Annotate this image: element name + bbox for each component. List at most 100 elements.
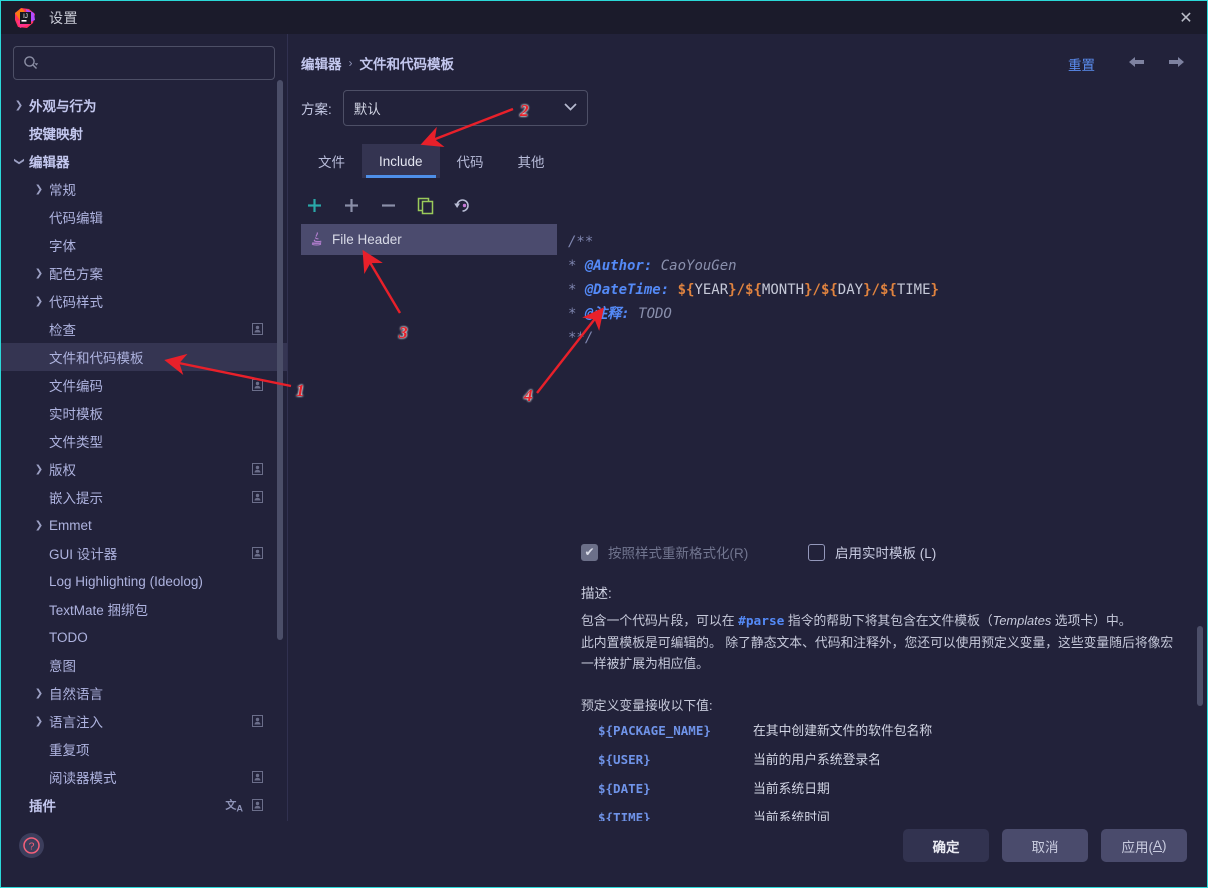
chevron-right-icon[interactable]: ❯ bbox=[29, 520, 49, 531]
variable-description: 当前系统日期 bbox=[753, 781, 830, 796]
sidebar-item-1[interactable]: 按键映射 bbox=[1, 119, 287, 147]
ok-button[interactable]: 确定 bbox=[903, 829, 989, 862]
window-title: 设置 bbox=[49, 9, 78, 26]
sidebar-item-17[interactable]: Log Highlighting (Ideolog) bbox=[1, 567, 287, 595]
sidebar-item-11[interactable]: 实时模板 bbox=[1, 399, 287, 427]
arrow-right-icon[interactable] bbox=[1165, 51, 1187, 73]
code-token: } bbox=[863, 282, 872, 298]
scheme-row: 方案: 默认 bbox=[301, 90, 588, 126]
sidebar-item-label: 字体 bbox=[49, 239, 76, 254]
license-badge-icon bbox=[252, 715, 263, 727]
sidebar-item-14[interactable]: 嵌入提示 bbox=[1, 483, 287, 511]
description-scrollbar[interactable] bbox=[1197, 626, 1203, 706]
scheme-value: 默认 bbox=[353, 102, 381, 117]
sidebar-item-4[interactable]: 代码编辑 bbox=[1, 203, 287, 231]
license-badge-icon bbox=[252, 771, 263, 783]
sidebar-item-23[interactable]: 重复项 bbox=[1, 735, 287, 763]
apply-button[interactable]: 应用(A) bbox=[1101, 829, 1187, 862]
code-token: * bbox=[568, 258, 585, 274]
sidebar-item-12[interactable]: 文件类型 bbox=[1, 427, 287, 455]
code-token: DAY bbox=[837, 282, 864, 298]
sidebar-item-label: 阅读器模式 bbox=[49, 771, 117, 786]
sidebar-item-7[interactable]: ❯ 代码样式 bbox=[1, 287, 287, 315]
enable-live-templates-checkbox[interactable]: 启用实时模板 (L) bbox=[808, 542, 936, 562]
chevron-right-icon[interactable]: ❯ bbox=[29, 688, 49, 699]
chevron-right-icon[interactable]: ❯ bbox=[9, 100, 29, 111]
close-icon[interactable]: ✕ bbox=[1163, 1, 1207, 34]
code-token: / bbox=[871, 282, 880, 298]
sidebar-item-3[interactable]: ❯ 常规 bbox=[1, 175, 287, 203]
search-box[interactable] bbox=[13, 46, 275, 80]
arrow-left-icon[interactable] bbox=[1125, 51, 1147, 73]
checkbox-label: 按照样式重新格式化(R) bbox=[608, 546, 749, 561]
chevron-right-icon[interactable]: ❯ bbox=[29, 464, 49, 475]
tab-文件[interactable]: 文件 bbox=[301, 144, 362, 178]
help-question-icon[interactable]: ? bbox=[19, 833, 44, 858]
chevron-right-icon[interactable]: ❯ bbox=[29, 184, 49, 195]
description-paragraph-2: 此内置模板是可编辑的。 除了静态文本、代码和注释外，您还可以使用预定义变量，这些… bbox=[581, 635, 1174, 671]
chevron-right-icon[interactable]: ❯ bbox=[29, 716, 49, 727]
sidebar-item-22[interactable]: ❯ 语言注入 bbox=[1, 707, 287, 735]
description-title: 描述: bbox=[581, 586, 612, 601]
sidebar-item-16[interactable]: GUI 设计器 bbox=[1, 539, 287, 567]
sidebar-scrollbar[interactable] bbox=[277, 80, 283, 640]
sidebar-item-24[interactable]: 阅读器模式 bbox=[1, 763, 287, 791]
checkbox-label: 启用实时模板 (L) bbox=[835, 546, 937, 561]
code-token: ${ bbox=[745, 282, 762, 298]
sidebar-item-5[interactable]: 字体 bbox=[1, 231, 287, 259]
breadcrumb-item-0[interactable]: 编辑器 bbox=[301, 53, 342, 73]
sidebar-item-21[interactable]: ❯ 自然语言 bbox=[1, 679, 287, 707]
license-badge-icon bbox=[252, 547, 263, 559]
chevron-right-icon[interactable]: ❯ bbox=[29, 296, 49, 307]
plus-teal-icon[interactable] bbox=[301, 192, 327, 218]
code-token: ${ bbox=[677, 282, 695, 298]
sidebar-item-19[interactable]: TODO bbox=[1, 623, 287, 651]
template-list-item[interactable]: File Header bbox=[301, 224, 557, 255]
sidebar-item-6[interactable]: ❯ 配色方案 bbox=[1, 259, 287, 287]
search-input[interactable] bbox=[45, 55, 266, 71]
sidebar-item-label: 意图 bbox=[49, 659, 76, 674]
sidebar-item-13[interactable]: ❯ 版权 bbox=[1, 455, 287, 483]
sidebar-item-label: GUI 设计器 bbox=[49, 547, 118, 562]
variable-description: 在其中创建新文件的软件包名称 bbox=[753, 723, 933, 738]
code-token: ${ bbox=[879, 282, 897, 298]
sidebar-item-label: 嵌入提示 bbox=[49, 491, 103, 506]
sidebar-item-label: 代码样式 bbox=[49, 295, 103, 310]
revert-icon[interactable] bbox=[449, 192, 475, 218]
code-token: TODO bbox=[629, 306, 672, 322]
sidebar-item-9[interactable]: 文件和代码模板 bbox=[1, 343, 287, 371]
sidebar-item-25[interactable]: 插件 文A bbox=[1, 791, 287, 819]
chevron-right-icon[interactable]: ❯ bbox=[29, 268, 49, 279]
search-icon bbox=[22, 54, 40, 72]
chevron-down-icon[interactable]: ❯ bbox=[14, 151, 25, 171]
tab-其他[interactable]: 其他 bbox=[501, 144, 562, 178]
cancel-button[interactable]: 取消 bbox=[1002, 829, 1088, 862]
minus-icon[interactable] bbox=[375, 192, 401, 218]
translation-icon: 文A bbox=[225, 799, 243, 814]
tab-Include[interactable]: Include bbox=[362, 144, 440, 178]
dialog-footer: ? 确定 取消 应用(A) bbox=[1, 821, 1207, 887]
search-wrapper bbox=[1, 34, 287, 80]
plus-gray-icon[interactable] bbox=[338, 192, 364, 218]
sidebar-item-2[interactable]: ❯ 编辑器 bbox=[1, 147, 287, 175]
code-token: } bbox=[930, 282, 939, 298]
template-list: File Header bbox=[301, 224, 557, 574]
sidebar-item-20[interactable]: 意图 bbox=[1, 651, 287, 679]
code-token: * bbox=[568, 282, 585, 298]
template-code-editor[interactable]: /** * @Author: CaoYouGen * @DateTime: ${YE… bbox=[568, 224, 1199, 554]
sidebar-item-18[interactable]: TextMate 捆绑包 bbox=[1, 595, 287, 623]
checkbox-box[interactable] bbox=[808, 543, 825, 561]
license-badge-icon bbox=[252, 463, 263, 475]
sidebar-item-10[interactable]: 文件编码 bbox=[1, 371, 287, 399]
scheme-dropdown[interactable]: 默认 bbox=[342, 90, 588, 126]
tab-代码[interactable]: 代码 bbox=[440, 144, 501, 178]
sidebar-item-label: 编辑器 bbox=[29, 155, 70, 170]
sidebar-item-15[interactable]: ❯ Emmet bbox=[1, 511, 287, 539]
sidebar-item-8[interactable]: 检查 bbox=[1, 315, 287, 343]
copy-icon[interactable] bbox=[412, 192, 438, 218]
code-token: TIME bbox=[896, 282, 931, 298]
sidebar-item-0[interactable]: ❯ 外观与行为 bbox=[1, 91, 287, 119]
sidebar-item-label: 语言注入 bbox=[49, 715, 103, 730]
reset-link[interactable]: 重置 bbox=[1068, 54, 1095, 74]
